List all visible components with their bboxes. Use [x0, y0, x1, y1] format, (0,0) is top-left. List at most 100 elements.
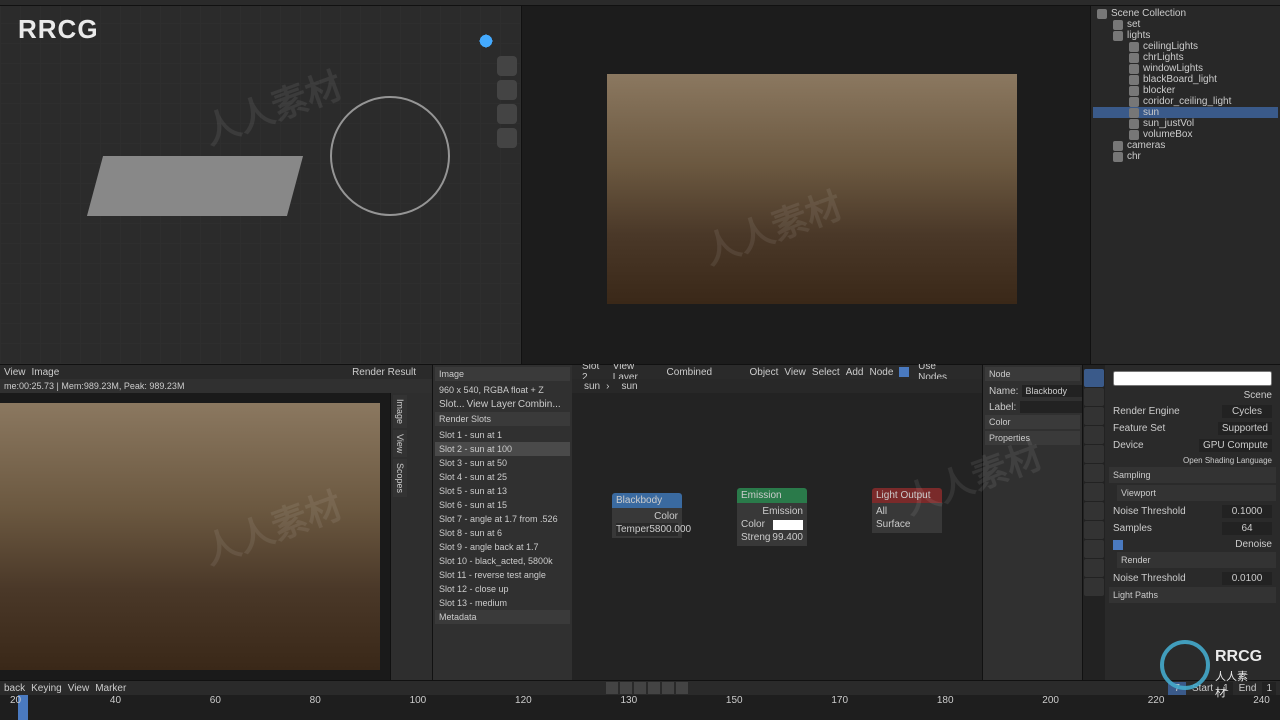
render-slot[interactable]: Slot 9 - angle back at 1.7	[435, 540, 570, 554]
menu-keying[interactable]: Keying	[31, 683, 62, 694]
tab-data[interactable]	[1084, 559, 1104, 577]
tab-physics[interactable]	[1084, 521, 1104, 539]
section-color[interactable]: Color	[985, 415, 1080, 429]
node-light-output[interactable]: Light Output All Surface	[872, 488, 942, 533]
section-viewport[interactable]: Viewport	[1117, 485, 1276, 501]
outliner-item[interactable]: coridor_ceiling_light	[1093, 96, 1278, 107]
render-slot[interactable]: Slot 2 - sun at 100	[435, 442, 570, 456]
breadcrumb-obj[interactable]: sun	[584, 381, 600, 392]
noise-threshold-value[interactable]: 0.1000	[1222, 505, 1272, 518]
render-engine-value[interactable]: Cycles	[1222, 405, 1272, 418]
combined-dropdown[interactable]: Combin...	[518, 399, 561, 410]
menu-view[interactable]: View	[68, 683, 90, 694]
render-slot[interactable]: Slot 3 - sun at 50	[435, 456, 570, 470]
tab-render[interactable]	[1084, 369, 1104, 387]
tab-viewlayer[interactable]	[1084, 407, 1104, 425]
perspective-tool-icon[interactable]	[497, 128, 517, 148]
tab-image[interactable]: Image	[393, 395, 407, 428]
render-slot[interactable]: Slot 11 - reverse test angle	[435, 568, 570, 582]
section-render[interactable]: Render	[1117, 552, 1276, 568]
menu-view[interactable]: View	[4, 367, 26, 378]
move-tool-icon[interactable]	[497, 80, 517, 100]
axis-gizmo[interactable]	[471, 26, 501, 56]
rotation-gizmo[interactable]	[330, 96, 450, 216]
object-label[interactable]: Object	[750, 367, 779, 378]
tab-scopes[interactable]: Scopes	[393, 459, 407, 497]
breadcrumb-data[interactable]: sun	[621, 381, 637, 392]
menu-marker[interactable]: Marker	[95, 683, 126, 694]
outliner-item[interactable]: blackBoard_light	[1093, 74, 1278, 85]
section-node[interactable]: Node	[985, 367, 1080, 381]
noise-threshold2-value[interactable]: 0.0100	[1222, 572, 1272, 585]
section-image[interactable]: Image	[435, 367, 570, 381]
jump-start-icon[interactable]	[606, 682, 618, 694]
outliner-item[interactable]: set	[1093, 19, 1278, 30]
samples-value[interactable]: 64	[1222, 522, 1272, 535]
tab-view[interactable]: View	[393, 430, 407, 457]
playback-label[interactable]: back	[4, 683, 25, 694]
prev-key-icon[interactable]	[620, 682, 632, 694]
section-properties[interactable]: Properties	[985, 431, 1080, 445]
viewport-3d[interactable]: RRCG	[0, 6, 522, 364]
menu-view[interactable]: View	[784, 367, 806, 378]
outliner-item[interactable]: chr	[1093, 151, 1278, 162]
outliner-item[interactable]: volumeBox	[1093, 129, 1278, 140]
render-slot[interactable]: Slot 1 - sun at 1	[435, 428, 570, 442]
play-reverse-icon[interactable]	[634, 682, 646, 694]
slot-dropdown[interactable]: Slot...	[439, 399, 465, 410]
section-render-slots[interactable]: Render Slots	[435, 412, 570, 426]
section-light-paths[interactable]: Light Paths	[1109, 587, 1276, 603]
section-sampling[interactable]: Sampling	[1109, 467, 1276, 483]
menu-select[interactable]: Select	[812, 367, 840, 378]
node-blackbody[interactable]: Blackbody Color Temper5800.000	[612, 493, 682, 538]
strength-value[interactable]: 99.400	[772, 532, 803, 543]
viewport-render[interactable]	[522, 6, 1090, 364]
socket-emission[interactable]: Emission	[762, 506, 803, 517]
render-slot[interactable]: Slot 13 - medium	[435, 596, 570, 610]
osl-label[interactable]: Open Shading Language	[1183, 456, 1272, 465]
tab-modifiers[interactable]	[1084, 483, 1104, 501]
outliner-item[interactable]: cameras	[1093, 140, 1278, 151]
section-metadata[interactable]: Metadata	[435, 610, 570, 624]
device-value[interactable]: GPU Compute	[1199, 439, 1272, 452]
search-input[interactable]	[1113, 371, 1272, 386]
camera-tool-icon[interactable]	[497, 104, 517, 124]
image-view[interactable]	[0, 393, 390, 680]
tab-constraints[interactable]	[1084, 540, 1104, 558]
outliner-item[interactable]: sun_justVol	[1093, 118, 1278, 129]
menu-node[interactable]: Node	[870, 367, 894, 378]
render-slot[interactable]: Slot 7 - angle at 1.7 from .526	[435, 512, 570, 526]
play-icon[interactable]	[648, 682, 660, 694]
tab-world[interactable]	[1084, 445, 1104, 463]
tab-material[interactable]	[1084, 578, 1104, 596]
temper-value[interactable]: 5800.000	[649, 524, 691, 535]
zoom-tool-icon[interactable]	[497, 56, 517, 76]
denoise-checkbox[interactable]	[1113, 540, 1123, 550]
use-nodes-checkbox[interactable]	[899, 367, 909, 377]
render-slot[interactable]: Slot 10 - black_acted, 5800k	[435, 554, 570, 568]
feature-set-value[interactable]: Supported	[1218, 422, 1272, 435]
socket-color[interactable]: Color	[741, 519, 765, 530]
socket-surface[interactable]: Surface	[876, 519, 910, 530]
tab-particles[interactable]	[1084, 502, 1104, 520]
timeline-track[interactable]: 20406080100120130150170180200220240	[0, 695, 1280, 720]
combined-label[interactable]: Combined	[667, 367, 713, 378]
render-slot[interactable]: Slot 5 - sun at 13	[435, 484, 570, 498]
outliner-item[interactable]: lights	[1093, 30, 1278, 41]
end-value[interactable]: 1	[1262, 682, 1276, 695]
outliner-item[interactable]: sun	[1093, 107, 1278, 118]
menu-add[interactable]: Add	[846, 367, 864, 378]
tab-scene[interactable]	[1084, 426, 1104, 444]
socket-color[interactable]: Color	[654, 511, 678, 522]
menu-image[interactable]: Image	[32, 367, 60, 378]
tab-object[interactable]	[1084, 464, 1104, 482]
color-swatch[interactable]	[773, 520, 803, 530]
viewlayer-dropdown[interactable]: View Layer	[467, 399, 516, 410]
node-emission[interactable]: Emission Emission Color Streng99.400	[737, 488, 807, 546]
render-result-label[interactable]: Render Result	[352, 367, 416, 378]
outliner-item[interactable]: blocker	[1093, 85, 1278, 96]
outliner-item[interactable]: windowLights	[1093, 63, 1278, 74]
outliner-item[interactable]: chrLights	[1093, 52, 1278, 63]
render-slot[interactable]: Slot 4 - sun at 25	[435, 470, 570, 484]
jump-end-icon[interactable]	[676, 682, 688, 694]
